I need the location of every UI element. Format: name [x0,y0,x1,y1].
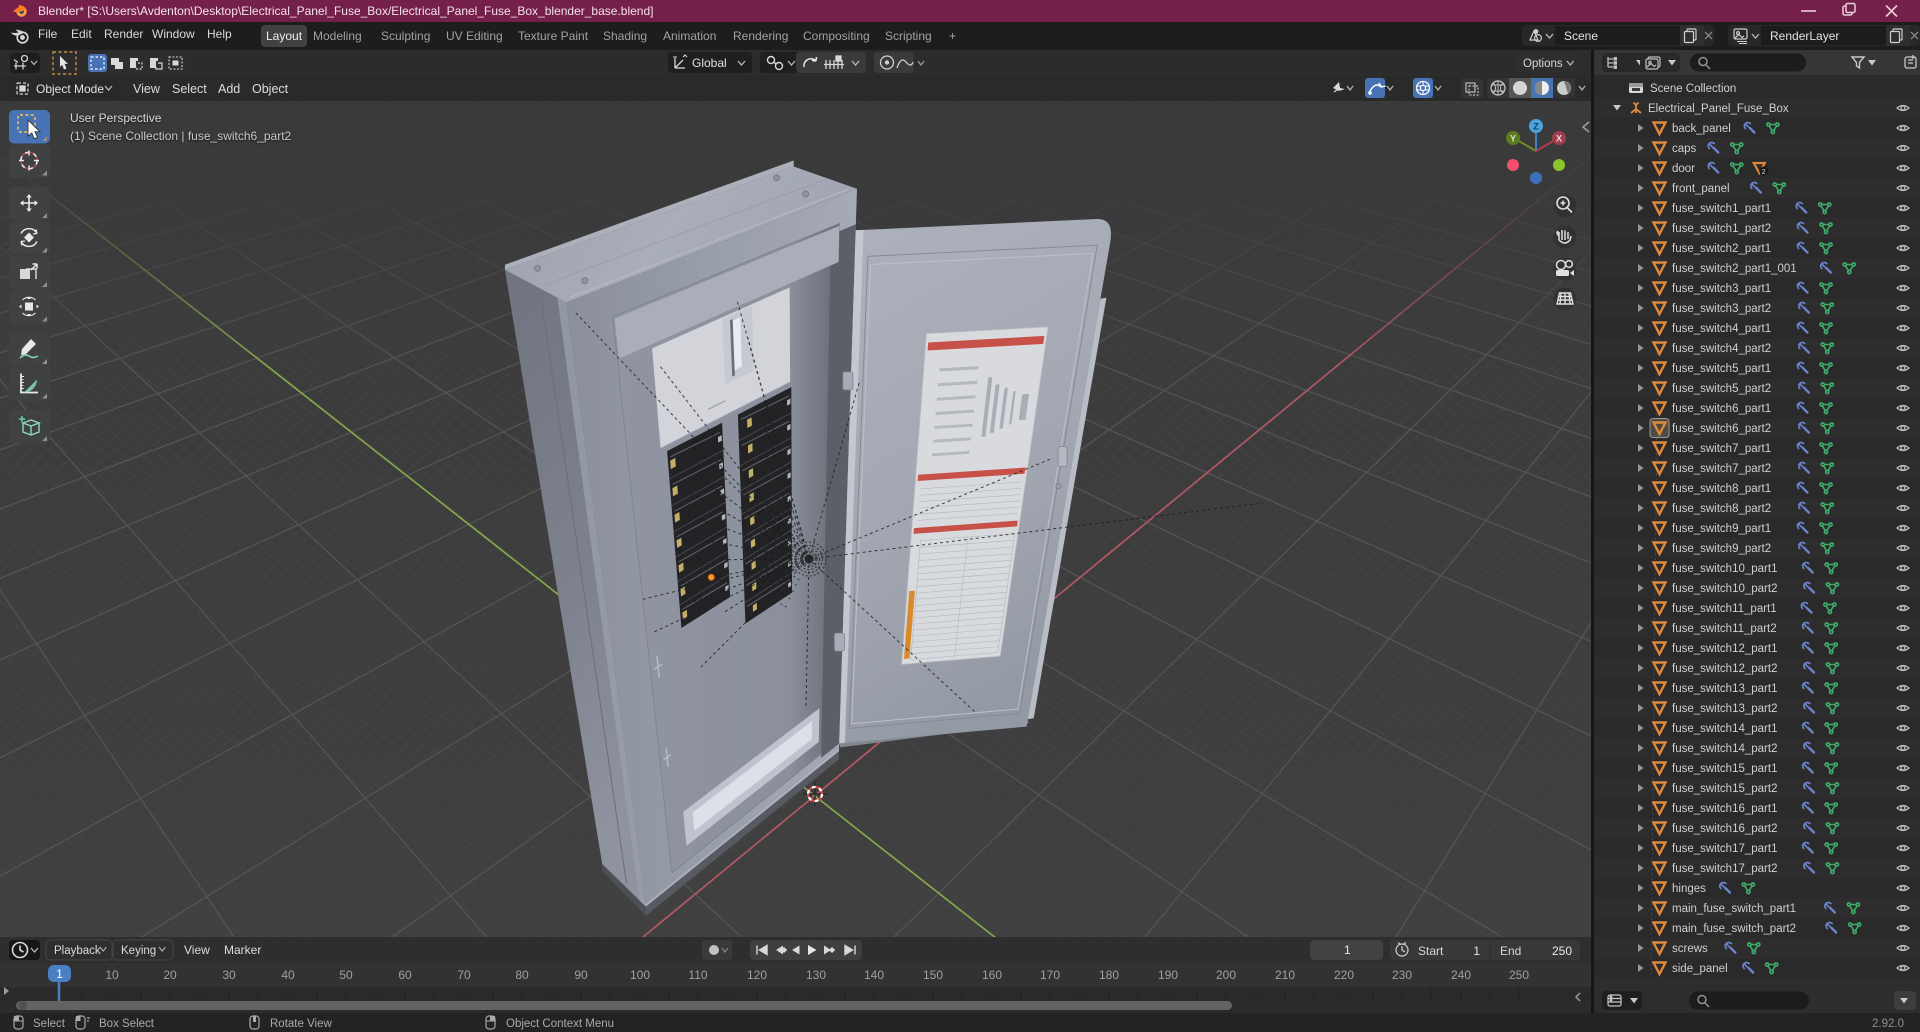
svg-text:fuse_switch9_part1: fuse_switch9_part1 [1672,523,1771,535]
svg-text:fuse_switch13_part1: fuse_switch13_part1 [1672,683,1777,695]
svg-text:fuse_switch8_part2: fuse_switch8_part2 [1672,503,1771,515]
svg-text:Add: Add [218,82,240,96]
svg-text:Electrical_Panel_Fuse_Box: Electrical_Panel_Fuse_Box [1648,103,1789,115]
svg-text:40: 40 [281,968,295,982]
svg-text:Z: Z [1533,122,1539,132]
svg-text:RenderLayer: RenderLayer [1770,29,1839,43]
svg-text:main_fuse_switch_part1: main_fuse_switch_part1 [1672,903,1796,915]
svg-text:fuse_switch17_part1: fuse_switch17_part1 [1672,843,1777,855]
svg-text:End: End [1500,944,1521,958]
svg-text:fuse_switch1_part2: fuse_switch1_part2 [1672,223,1771,235]
svg-text:60: 60 [398,968,412,982]
svg-text:fuse_switch3_part2: fuse_switch3_part2 [1672,303,1771,315]
svg-text:160: 160 [982,968,1002,982]
svg-text:250: 250 [1509,968,1529,982]
svg-text:fuse_switch16_part2: fuse_switch16_part2 [1672,823,1777,835]
svg-text:fuse_switch14_part1: fuse_switch14_part1 [1672,723,1777,735]
svg-text:fuse_switch3_part1: fuse_switch3_part1 [1672,283,1771,295]
svg-text:130: 130 [806,968,826,982]
svg-text:150: 150 [923,968,943,982]
svg-text:fuse_switch17_part2: fuse_switch17_part2 [1672,863,1777,875]
svg-text:hinges: hinges [1672,883,1706,895]
svg-text:fuse_switch5_part2: fuse_switch5_part2 [1672,383,1771,395]
svg-text:20: 20 [163,968,177,982]
svg-text:50: 50 [339,968,353,982]
svg-text:fuse_switch4_part2: fuse_switch4_part2 [1672,343,1771,355]
svg-text:fuse_switch1_part1: fuse_switch1_part1 [1672,203,1771,215]
svg-text:caps: caps [1672,143,1697,155]
svg-text:fuse_switch2_part1_001: fuse_switch2_part1_001 [1672,263,1797,275]
svg-text:fuse_switch10_part1: fuse_switch10_part1 [1672,563,1777,575]
svg-text:220: 220 [1334,968,1354,982]
svg-text:1: 1 [1344,943,1351,957]
svg-text:Global: Global [692,56,727,70]
svg-text:fuse_switch10_part2: fuse_switch10_part2 [1672,583,1777,595]
svg-text:fuse_switch11_part2: fuse_switch11_part2 [1672,623,1777,635]
svg-text:110: 110 [688,968,707,982]
svg-text:200: 200 [1216,968,1236,982]
svg-text:fuse_switch11_part1: fuse_switch11_part1 [1672,603,1777,615]
svg-text:210: 210 [1275,968,1295,982]
svg-text:2.92.0: 2.92.0 [1872,1018,1904,1030]
svg-text:fuse_switch2_part1: fuse_switch2_part1 [1672,243,1771,255]
svg-text:250: 250 [1552,944,1572,958]
svg-text:Rotate View: Rotate View [270,1018,332,1030]
svg-text:240: 240 [1451,968,1471,982]
svg-text:Object Mode: Object Mode [36,82,104,96]
svg-text:Box Select: Box Select [99,1018,155,1030]
svg-text:fuse_switch6_part1: fuse_switch6_part1 [1672,403,1771,415]
svg-text:Keying: Keying [121,945,156,957]
svg-text:Marker: Marker [224,943,261,957]
svg-text:30: 30 [222,968,236,982]
svg-text:100: 100 [630,968,650,982]
svg-text:70: 70 [457,968,471,982]
svg-text:Select: Select [172,82,207,96]
svg-text:180: 180 [1099,968,1119,982]
svg-text:View: View [133,82,161,96]
svg-text:X: X [1556,134,1562,144]
svg-text:fuse_switch5_part1: fuse_switch5_part1 [1672,363,1771,375]
svg-text:fuse_switch7_part1: fuse_switch7_part1 [1672,443,1771,455]
svg-text:fuse_switch9_part2: fuse_switch9_part2 [1672,543,1771,555]
svg-text:Scene: Scene [1564,29,1598,43]
svg-text:80: 80 [515,968,529,982]
svg-text:View: View [184,943,210,957]
svg-text:1: 1 [56,967,63,981]
svg-text:140: 140 [864,968,884,982]
svg-text:fuse_switch13_part2: fuse_switch13_part2 [1672,703,1777,715]
svg-text:back_panel: back_panel [1672,123,1731,135]
svg-text:120: 120 [747,968,767,982]
svg-text:Options: Options [1523,58,1563,70]
svg-text:190: 190 [1158,968,1178,982]
svg-text:screws: screws [1672,943,1708,955]
svg-text:fuse_switch7_part2: fuse_switch7_part2 [1672,463,1771,475]
svg-text:Y: Y [1510,134,1516,144]
svg-text:10: 10 [105,968,119,982]
svg-text:fuse_switch12_part1: fuse_switch12_part1 [1672,643,1777,655]
svg-text:90: 90 [574,968,588,982]
svg-text:fuse_switch15_part2: fuse_switch15_part2 [1672,783,1777,795]
svg-text:main_fuse_switch_part2: main_fuse_switch_part2 [1672,923,1796,935]
svg-text:170: 170 [1040,968,1060,982]
svg-text:fuse_switch15_part1: fuse_switch15_part1 [1672,763,1777,775]
svg-text:fuse_switch12_part2: fuse_switch12_part2 [1672,663,1777,675]
svg-text:1: 1 [1473,944,1480,958]
svg-text:Select: Select [33,1018,66,1030]
svg-text:side_panel: side_panel [1672,963,1728,975]
svg-text:Object Context Menu: Object Context Menu [506,1018,614,1030]
svg-text:front_panel: front_panel [1672,183,1730,195]
svg-text:Scene Collection: Scene Collection [1650,83,1736,95]
svg-text:230: 230 [1392,968,1412,982]
svg-text:fuse_switch14_part2: fuse_switch14_part2 [1672,743,1777,755]
svg-text:Object: Object [252,82,289,96]
svg-text:fuse_switch6_part2: fuse_switch6_part2 [1672,423,1771,435]
svg-text:fuse_switch8_part1: fuse_switch8_part1 [1672,483,1771,495]
svg-text:fuse_switch16_part1: fuse_switch16_part1 [1672,803,1777,815]
svg-text:Playback: Playback [54,945,101,957]
svg-text:door: door [1672,163,1695,175]
svg-text:2: 2 [1762,169,1766,176]
svg-text:Start: Start [1418,944,1444,958]
svg-text:fuse_switch4_part1: fuse_switch4_part1 [1672,323,1771,335]
